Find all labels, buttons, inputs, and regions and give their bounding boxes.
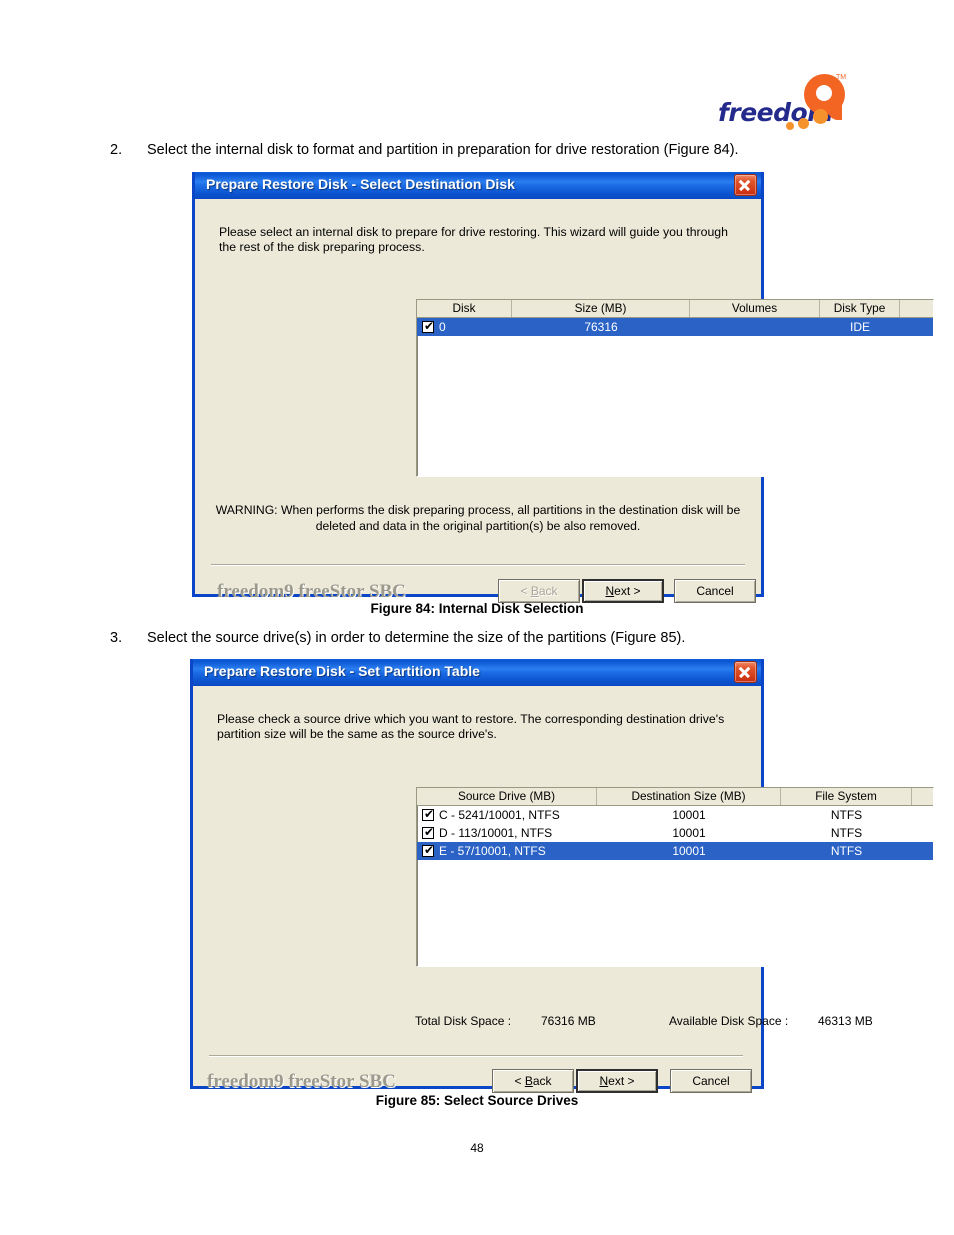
cell-disk: 0 [439, 320, 446, 334]
dialog1-body: Please select an internal disk to prepar… [195, 199, 934, 603]
source-drive-list-header: Source Drive (MB) Destination Size (MB) … [417, 788, 933, 806]
step-3-text: Select the source drive(s) in order to d… [147, 630, 686, 646]
column-header-source-drive[interactable]: Source Drive (MB) [417, 788, 597, 805]
available-disk-space-value: 46313 MB [818, 1014, 873, 1028]
product-brand-label: freedom9 freeStor SBC [207, 1071, 396, 1092]
dialog2-titlebar[interactable]: Prepare Restore Disk - Set Partition Tab… [193, 659, 761, 686]
destination-disk-list[interactable]: Disk Size (MB) Volumes Disk Type ✔ 0 763… [416, 299, 934, 477]
dialog-select-destination-disk: Prepare Restore Disk - Select Destinatio… [192, 172, 934, 603]
dialog2-body: Please check a source drive which you wa… [193, 686, 934, 1093]
freedom9-logo: freedom TM [718, 74, 847, 136]
source-drive-row-checkbox[interactable]: ✔ [422, 808, 434, 821]
column-header-size[interactable]: Size (MB) [512, 300, 690, 317]
available-disk-space-label: Available Disk Space : [669, 1014, 789, 1028]
warning-line-1: WARNING: When performs the disk preparin… [215, 503, 741, 517]
cell-source-drive: D - 113/10001, NTFS [439, 826, 553, 840]
column-header-spacer[interactable] [900, 300, 933, 317]
column-header-disk-type[interactable]: Disk Type [820, 300, 900, 317]
step-2-text: Select the internal disk to format and p… [147, 142, 739, 158]
cancel-button[interactable]: Cancel [674, 579, 756, 603]
warning-message: WARNING: When performs the disk preparin… [195, 502, 761, 534]
product-brand-label: freedom9 freeStor SBC [217, 581, 406, 602]
cell-destination-size: 10001 [672, 826, 706, 840]
cell-disk-type: IDE [849, 320, 870, 334]
column-header-volumes[interactable]: Volumes [690, 300, 820, 317]
cell-file-system: NTFS [830, 826, 863, 840]
figure-85-caption: Figure 85: Select Source Drives [375, 1093, 579, 1108]
footer-separator [209, 1055, 743, 1057]
cell-file-system: NTFS [830, 844, 863, 858]
cell-file-system: NTFS [830, 808, 863, 822]
dialog1-instruction-text: Please select an internal disk to prepar… [219, 225, 728, 254]
dialog-set-partition-table: Prepare Restore Disk - Set Partition Tab… [190, 659, 934, 1093]
logo-dot-small [786, 122, 794, 130]
column-header-disk[interactable]: Disk [417, 300, 512, 317]
close-icon[interactable] [734, 174, 757, 196]
cell-destination-size: 10001 [672, 844, 706, 858]
next-button[interactable]: Next > [582, 579, 664, 603]
cell-source-drive: C - 5241/10001, NTFS [439, 808, 560, 822]
source-drive-list[interactable]: Source Drive (MB) Destination Size (MB) … [416, 787, 934, 967]
destination-disk-list-header: Disk Size (MB) Volumes Disk Type [417, 300, 933, 318]
dialog2-title: Prepare Restore Disk - Set Partition Tab… [204, 663, 480, 679]
source-drive-row-checkbox[interactable]: ✔ [422, 826, 434, 839]
column-header-file-system[interactable]: File System [781, 788, 912, 805]
source-drive-row-checkbox[interactable]: ✔ [422, 844, 434, 857]
table-row[interactable]: ✔ E - 57/10001, NTFS 10001 NTFS [417, 842, 933, 860]
next-button[interactable]: Next > [576, 1069, 658, 1093]
logo-dot-large [813, 109, 828, 124]
step-2-number: 2. [110, 142, 123, 158]
cell-size: 76316 [584, 320, 618, 334]
column-header-destination-size[interactable]: Destination Size (MB) [597, 788, 781, 805]
table-row[interactable]: ✔ D - 113/10001, NTFS 10001 NTFS [417, 824, 933, 842]
cancel-button[interactable]: Cancel [670, 1069, 752, 1093]
total-disk-space-label: Total Disk Space : [415, 1014, 512, 1028]
disk-row-checkbox[interactable]: ✔ [422, 320, 434, 333]
dialog2-instruction-text: Please check a source drive which you wa… [217, 712, 725, 741]
cell-destination-size: 10001 [672, 808, 706, 822]
page-number: 48 [470, 1141, 484, 1155]
back-button[interactable]: < Back [492, 1069, 574, 1093]
table-row[interactable]: ✔ C - 5241/10001, NTFS 10001 NTFS [417, 806, 933, 824]
dialog1-title: Prepare Restore Disk - Select Destinatio… [206, 176, 515, 192]
table-row[interactable]: ✔ 0 76316 IDE [417, 318, 933, 336]
logo-dot-medium [798, 118, 809, 129]
total-disk-space-value: 76316 MB [541, 1014, 596, 1028]
cell-source-drive: E - 57/10001, NTFS [439, 844, 546, 858]
trademark-mark: TM [836, 74, 847, 81]
close-icon[interactable] [734, 661, 757, 683]
warning-line-2: deleted and data in the original partiti… [315, 519, 641, 533]
dialog1-titlebar[interactable]: Prepare Restore Disk - Select Destinatio… [195, 172, 761, 199]
step-3-number: 3. [110, 630, 123, 646]
figure-84-caption: Figure 84: Internal Disk Selection [370, 601, 584, 616]
footer-separator [211, 564, 745, 566]
column-header-spacer[interactable] [912, 788, 933, 805]
back-button[interactable]: < Back [498, 579, 580, 603]
